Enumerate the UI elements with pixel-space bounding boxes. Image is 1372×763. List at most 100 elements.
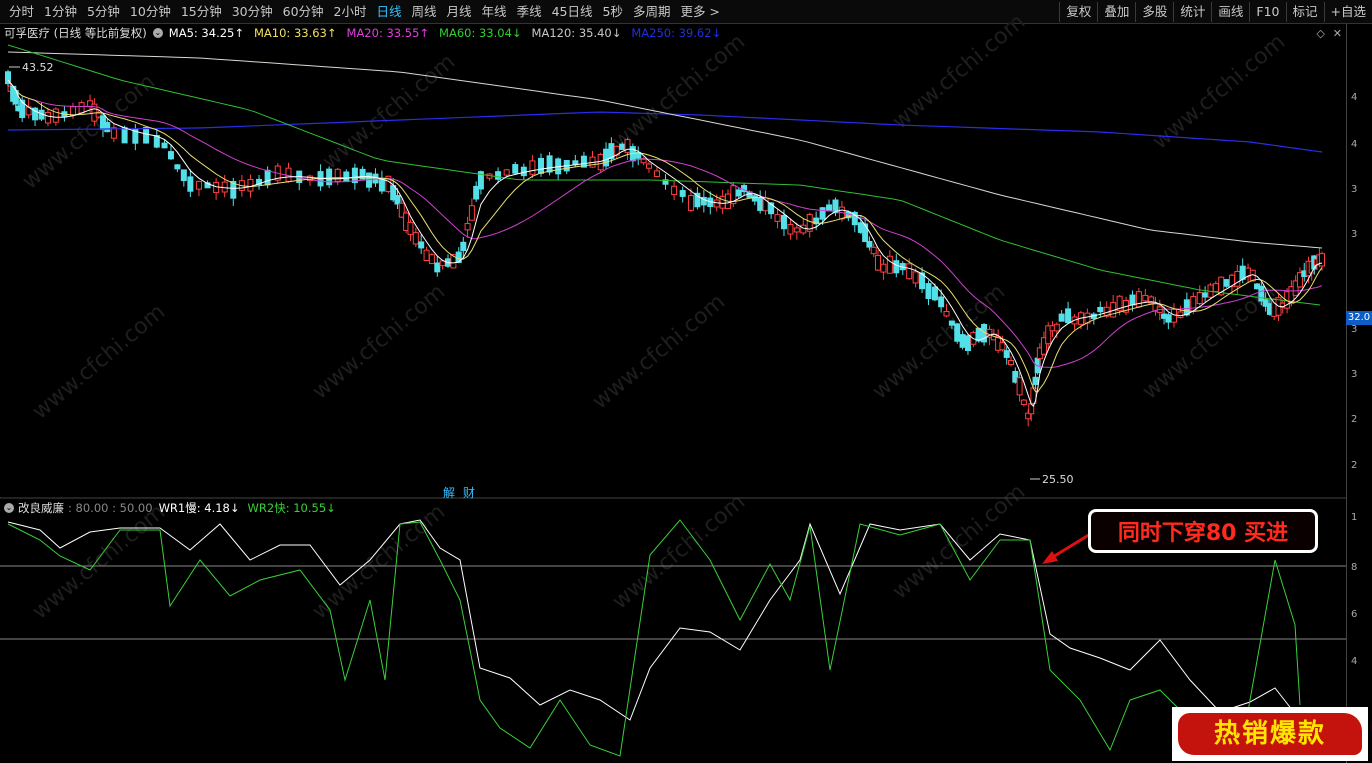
candle-body (964, 335, 971, 352)
candle-body (512, 164, 519, 174)
candle-body (264, 169, 271, 186)
kline-chart[interactable]: www.cfchi.com www.cfchi.com www.cfchi.com w… (0, 0, 1346, 763)
candle-body (826, 204, 833, 212)
candle-body (1212, 283, 1219, 293)
indicator-name[interactable]: 改良威廉 (18, 500, 64, 516)
candle-body (104, 122, 111, 133)
candle-body (247, 178, 254, 192)
candle-body (880, 263, 887, 273)
candle-body (780, 214, 787, 230)
candles-layer (5, 69, 1325, 427)
candle-body (653, 170, 660, 178)
candle-body (407, 221, 414, 235)
ind-axis-tick: 4 (1351, 656, 1358, 667)
watermark-text: www.cfchi.com (888, 9, 1030, 134)
current-price-tag: 32.0 (1346, 311, 1372, 325)
candle-body (1165, 314, 1172, 323)
candle-body (428, 254, 435, 265)
ma120-line (7, 51, 1323, 249)
watermark-text: www.cfchi.com (308, 499, 450, 624)
candle-body (468, 205, 475, 221)
watermark-text: www.cfchi.com (608, 29, 750, 154)
candle-body (757, 197, 764, 211)
candle-body (1239, 265, 1246, 280)
candle-body (167, 151, 174, 160)
candle-body (774, 214, 781, 222)
hot-sale-badge: 热销爆款 (1172, 707, 1368, 761)
buy-signal-callout: 同时下穿80 买进 (1088, 509, 1318, 553)
candle-body (1003, 350, 1010, 358)
ind-axis-tick: 6 (1351, 609, 1358, 620)
candle-body (195, 180, 202, 190)
indicator-params: : 80.00 : 50.00 (68, 501, 153, 515)
candle-body (1129, 294, 1136, 306)
axis-tick: 4 (1351, 92, 1358, 103)
candle-body (121, 127, 128, 144)
candle-body (671, 185, 678, 196)
candle-body (1032, 376, 1039, 385)
axis-tick: 3 (1351, 324, 1358, 335)
candle-body (78, 102, 85, 114)
candle-body (334, 168, 341, 182)
candle-body (520, 166, 527, 177)
candle-body (529, 160, 536, 175)
candle-body (464, 223, 471, 231)
axis-tick: 3 (1351, 229, 1358, 240)
candle-body (906, 263, 913, 280)
candle-body (1177, 311, 1184, 318)
candle-body (1319, 253, 1325, 267)
candle-body (787, 223, 794, 235)
candle-body (495, 171, 502, 180)
candle-body (874, 254, 881, 271)
candle-body (418, 241, 425, 249)
candle-body (893, 260, 900, 274)
hot-sale-text: 热销爆款 (1213, 719, 1326, 749)
candle-body (1008, 359, 1015, 366)
candle-body (538, 157, 545, 174)
candle-body (546, 155, 553, 173)
candle-body (603, 148, 610, 167)
candle-body (862, 223, 869, 243)
axis-tick: 3 (1351, 369, 1358, 380)
candle-body (44, 111, 51, 124)
candle-body (1196, 291, 1203, 304)
candle-body (645, 163, 652, 169)
candle-body (423, 249, 430, 262)
candle-body (870, 246, 877, 255)
ind-axis-tick: 8 (1351, 562, 1358, 573)
candle-body (954, 323, 961, 342)
high-price-label: 43.52 (22, 61, 54, 74)
axis-tick: 2 (1351, 414, 1358, 425)
candle-body (925, 283, 932, 299)
candle-body (735, 189, 742, 197)
callout-arrowhead (1042, 551, 1058, 564)
candle-body (1183, 299, 1190, 316)
watermark-text: www.cfchi.com (28, 299, 170, 424)
candle-body (1016, 377, 1023, 396)
candle-body (931, 286, 938, 301)
candle-body (912, 271, 919, 284)
candle-body (143, 126, 150, 144)
event-tags[interactable]: 解 财 (443, 484, 477, 501)
candle-body (943, 310, 950, 317)
watermark-text: www.cfchi.com (1148, 29, 1290, 154)
candle-body (434, 262, 441, 273)
candle-body (713, 199, 720, 208)
candle-body (948, 320, 955, 326)
candle-body (866, 240, 873, 248)
candle-body (1142, 294, 1149, 302)
candle-body (619, 143, 626, 150)
candle-body (959, 334, 966, 348)
candle-body (187, 176, 194, 192)
candle-body (1170, 308, 1177, 323)
candle-body (800, 224, 807, 234)
ind-axis-tick: 1 (1351, 512, 1358, 523)
candle-body (343, 171, 350, 183)
watermark-text: www.cfchi.com (308, 279, 450, 404)
watermark-text: www.cfchi.com (588, 289, 730, 414)
axis-tick: 3 (1351, 184, 1358, 195)
watermark-text: www.cfchi.com (28, 499, 170, 624)
candle-body (180, 169, 187, 182)
indicator-settings-icon[interactable]: ⌄ (4, 503, 14, 513)
candle-body (751, 195, 758, 202)
